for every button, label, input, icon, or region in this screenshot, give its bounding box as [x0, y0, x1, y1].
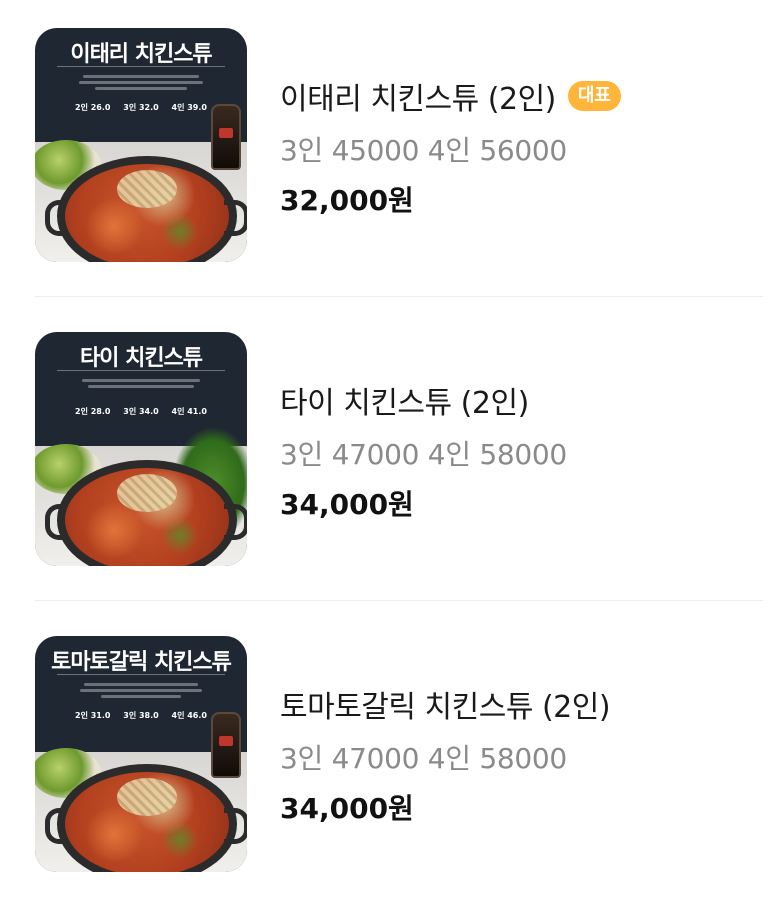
menu-item-price: 34,000원 — [280, 792, 414, 825]
menu-item-price: 32,000원 — [280, 184, 414, 217]
photo-stew-pan — [45, 764, 247, 872]
menu-item-thai-chicken-stew[interactable]: 타이 치킨스튜 2인 28.0 3인 34.0 4인 41.0 타이 치킨스튜 … — [0, 304, 773, 608]
photo-caption — [75, 680, 207, 704]
photo-title: 타이 치킨스튜 — [79, 346, 203, 371]
menu-item-price: 34,000원 — [280, 488, 414, 521]
menu-item-tomato-garlic-chicken-stew[interactable]: 토마토갈릭 치킨스튜 2인 31.0 3인 38.0 4인 46.0 토마토갈릭… — [0, 608, 773, 912]
item-divider — [35, 296, 763, 297]
item-divider — [35, 600, 763, 601]
menu-item-photo[interactable]: 토마토갈릭 치킨스튜 2인 31.0 3인 38.0 4인 46.0 — [35, 636, 247, 872]
menu-item-description: 3인 47000 4인 58000 — [280, 438, 567, 471]
photo-caption — [75, 72, 207, 96]
menu-item-italian-chicken-stew[interactable]: 이태리 치킨스튜 2인 26.0 3인 32.0 4인 39.0 이태리 치킨스… — [0, 0, 773, 304]
menu-item-name-row: 이태리 치킨스튜 (2인) 대표 — [280, 74, 621, 118]
photo-price-list: 2인 26.0 3인 32.0 4인 39.0 — [75, 103, 207, 112]
menu-item-name: 토마토갈릭 치킨스튜 (2인) — [280, 690, 611, 725]
photo-caption — [75, 376, 207, 400]
menu-item-description: 3인 47000 4인 58000 — [280, 742, 567, 775]
menu-item-name-row: 타이 치킨스튜 (2인) — [280, 378, 529, 422]
menu-list: 이태리 치킨스튜 2인 26.0 3인 32.0 4인 39.0 이태리 치킨스… — [0, 0, 773, 883]
photo-title: 토마토갈릭 치킨스튜 — [51, 650, 232, 675]
menu-item-description: 3인 45000 4인 56000 — [280, 134, 567, 167]
photo-title: 이태리 치킨스튜 — [70, 42, 212, 67]
photo-price-list: 2인 28.0 3인 34.0 4인 41.0 — [75, 407, 207, 416]
menu-item-name-row: 토마토갈릭 치킨스튜 (2인) — [280, 682, 611, 726]
photo-beer-glass — [211, 104, 241, 170]
menu-item-name: 이태리 치킨스튜 (2인) — [280, 82, 556, 117]
menu-item-name: 타이 치킨스튜 (2인) — [280, 386, 529, 421]
photo-beer-glass — [211, 712, 241, 778]
menu-item-photo[interactable]: 타이 치킨스튜 2인 28.0 3인 34.0 4인 41.0 — [35, 332, 247, 566]
photo-price-list: 2인 31.0 3인 38.0 4인 46.0 — [75, 711, 207, 720]
signature-badge: 대표 — [567, 81, 621, 111]
menu-item-photo[interactable]: 이태리 치킨스튜 2인 26.0 3인 32.0 4인 39.0 — [35, 28, 247, 262]
